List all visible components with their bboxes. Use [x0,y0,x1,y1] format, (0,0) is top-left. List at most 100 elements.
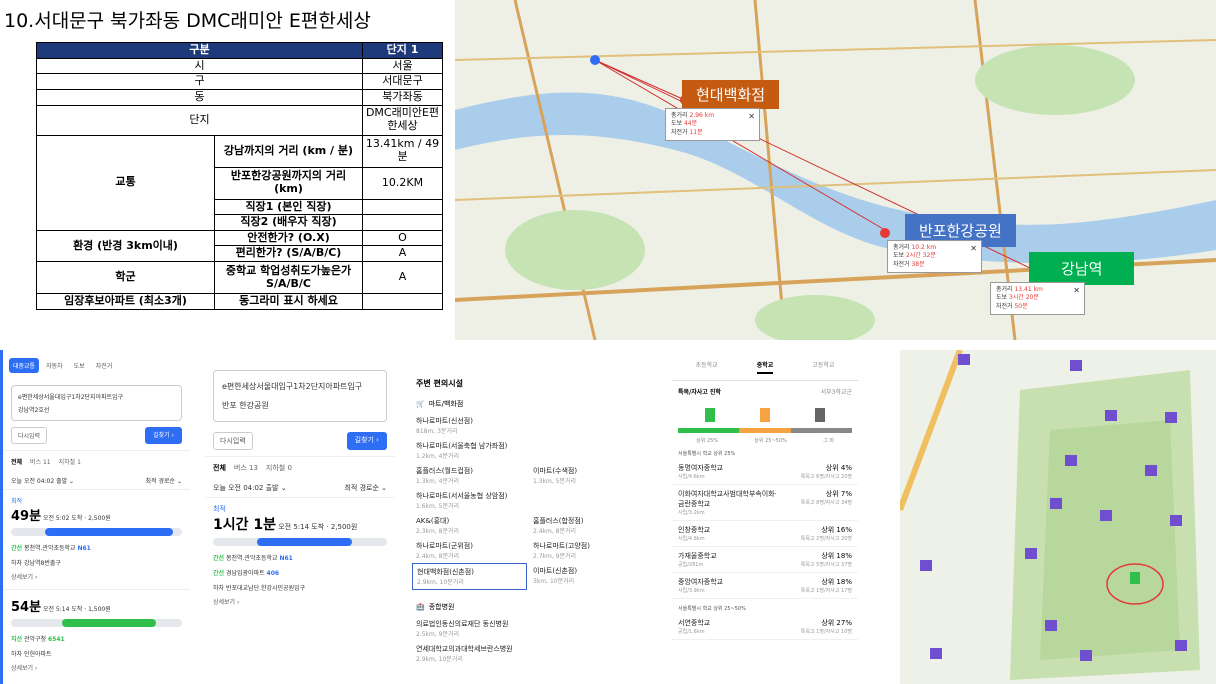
list-item[interactable]: 하나로마트(군위점) 2.4km, 8분거리 [416,538,523,563]
school-rank: 상위 4% [825,464,852,472]
departure-selector[interactable]: 오늘 오전 04:02 출발 ⌄ [11,476,74,485]
origin-input[interactable]: e편한세상서울대입구1차2단지아파트입구 [222,377,378,396]
apartment-marker[interactable] [920,560,932,571]
close-icon[interactable]: ✕ [748,111,755,122]
route-option-1[interactable]: 최적 1시간 1분 오전 5:14 도착 · 2,500원 간선 봉천역.관악초… [205,497,395,614]
route-input-box: e편한세상서울대입구1차2단지아파트입구 강남역2호선 [11,385,182,421]
page-title: 10.서대문구 북가좌동 DMC래미안 E편한세상 [4,10,371,32]
apartment-marker[interactable] [1050,498,1062,509]
apartment-marker[interactable] [958,354,970,365]
subtab-bus[interactable]: 버스 11 [30,457,51,466]
list-item[interactable]: 연세대학교의과대학세브란스병원 2.9km, 10분거리 [416,641,640,666]
close-icon[interactable]: ✕ [970,243,977,254]
row-value-city: 서울 [362,57,443,75]
apartment-marker[interactable] [1065,455,1077,466]
subtab-bus[interactable]: 버스 13 [234,463,258,473]
apartment-marker[interactable] [1070,360,1082,371]
apartment-marker[interactable] [1145,465,1157,476]
popup-value-bike: 38분 [911,260,925,268]
list-item[interactable]: 의료법인동신의료재단 동신병원 2.5km, 9분거리 [416,616,640,641]
tab-middle[interactable]: 중학교 [756,360,774,374]
directions-panel-banpo: e편한세상서울대입구1차2단지아파트입구 반포 한강공원 다시입력 길찾기 › … [205,350,395,684]
popup-value-walk: 44분 [683,120,698,128]
map-label-hyundai: 현대백화점 [682,80,780,109]
row-value-candidates-empty [362,293,443,310]
place-name: AK&(홍대) [416,517,450,525]
apartment-marker[interactable] [1045,620,1057,631]
apartment-marker[interactable] [1170,515,1182,526]
row-value-candidates: 동그라미 표시 하세요 [214,293,363,310]
reset-button[interactable]: 다시입력 [11,427,48,444]
school-admissions: 특목고 6명/자사고 20명 [800,474,852,480]
list-item[interactable]: 홈플러스(합정점) 2.4km, 8분거리 [533,513,640,538]
subtab-all[interactable]: 전체 [213,463,226,473]
subtab-all[interactable]: 전체 [11,457,22,466]
details-link[interactable]: 상세보기 › [11,570,182,583]
summary-table: 구분 단지 1 시 서울 구 서대문구 동 북가좌동 단지 DMC래미안E편한세상 교통… [36,42,443,310]
route-input-box: e편한세상서울대입구1차2단지아파트입구 반포 한강공원 [213,370,387,422]
section-title-marts: 마트/백화점 [428,400,464,408]
list-item[interactable]: 하나로마트(고양점) 2.7km, 9분거리 [533,538,640,563]
list-item[interactable]: 하나로마트(서울축협 남가좌점) 1.2km, 4분거리 [416,438,523,463]
subtab-subway[interactable]: 지하철 0 [266,463,292,473]
sort-selector[interactable]: 최적 경로순 ⌄ [344,483,387,493]
tab-car[interactable]: 자동차 [42,358,67,373]
school-admissions: 특목고 8명/자사고 34명 [800,500,852,506]
details-link[interactable]: 상세보기 › [11,661,182,674]
tab-bike[interactable]: 자전거 [92,358,117,373]
section-title-special-schools: 특목/자사고 진학 [678,389,721,396]
school-name: 가재울중학교 [678,552,717,560]
school-rank: 상위 27% [821,619,852,627]
apartment-marker[interactable] [930,648,942,659]
details-link[interactable]: 상세보기 › [213,595,387,608]
school-row[interactable]: 동명여자중학교 사립/4.6km 상위 4% 특목고 6명/자사고 20명 [672,459,858,485]
tab-public-transit[interactable]: 대중교통 [9,358,40,373]
route-map[interactable]: 현대백화점 반포한강공원 강남역 ✕ 총거리 2.96 km 도보 44분 자전… [455,0,1216,340]
list-item[interactable]: 이마트(신촌점) 3km, 10분거리 [533,563,640,590]
route-info: 오전 5:02 도착 · 2,500원 [42,515,111,522]
route-tag: 최적 [213,505,226,513]
stop-name: 봉천역.관악초등학교 [225,555,278,562]
apartment-map[interactable] [900,350,1216,684]
apartment-marker[interactable] [1175,640,1187,651]
route-option-2[interactable]: 54분 오전 5:14 도착 · 1,500원 지선 관악구청 6541 하차 … [3,589,190,680]
school-row[interactable]: 서연중학교 공립/1.6km 상위 27% 특목고 1명/자사고 10명 [672,614,858,640]
sort-selector[interactable]: 최적 경로순 ⌄ [146,476,182,485]
apartment-marker[interactable] [1080,650,1092,661]
list-item[interactable]: 홈플러스(월드컵점) 1.3km, 4분거리 [416,463,523,488]
list-item[interactable]: 하나로마트(서서울농협 상암점) 1.6km, 5분거리 [416,488,523,513]
tab-elementary[interactable]: 초등학교 [696,360,718,374]
departure-selector[interactable]: 오늘 오전 04:02 출발 ⌄ [213,483,287,493]
school-row[interactable]: 중앙여자중학교 사립/3.9km 상위 18% 특목고 1명/자사고 17명 [672,573,858,599]
apartment-marker[interactable] [1100,510,1112,521]
list-item[interactable]: AK&(홍대) 2.3km, 8분거리 [416,513,523,538]
close-icon[interactable]: ✕ [1073,285,1080,296]
list-item[interactable]: 하나로마트(신선점) 818m, 3분거리 [416,413,523,438]
list-item[interactable]: 이마트(수색점) 1.3km, 5분거리 [533,463,640,488]
scale-label-top: 상위 25% [696,438,719,444]
route-subtabs: 전체 버스 13 지하철 0 [205,456,395,479]
school-rank: 상위 18% [821,578,852,586]
school-row[interactable]: 가재울중학교 공립/281m 상위 18% 특목고 5명/자사고 37명 [672,547,858,573]
origin-input[interactable]: e편한세상서울대입구1차2단지아파트입구 [18,390,175,403]
rank-scale [678,428,852,433]
tab-walk[interactable]: 도보 [70,358,89,373]
list-item-highlighted[interactable]: 현대백화점(신촌점) 2.9km, 10분거리 [412,563,527,590]
row-value-dong: 북가좌동 [362,88,443,106]
popup-value-total: 2.96 km [689,112,715,119]
school-row[interactable]: 인창중학교 사립/4.8km 상위 16% 특목고 2명/자사고 20명 [672,521,858,547]
search-route-button[interactable]: 길찾기 › [346,432,387,450]
destination-input[interactable]: 반포 한강공원 [222,396,378,415]
school-row[interactable]: 이화여자대학교사범대학부속이화·금란중학교 사립/3.2km 상위 7% 특목고 8명… [672,485,858,521]
apartment-marker[interactable] [1165,412,1177,423]
subtab-subway[interactable]: 지하철 1 [59,457,81,466]
apartment-marker[interactable] [1105,410,1117,421]
route-duration: 49분 [11,509,42,524]
stop-name: 경남임광아파트 [225,570,265,577]
reset-button[interactable]: 다시입력 [213,432,253,450]
route-option-1[interactable]: 최적 49분 오전 5:02 도착 · 2,500원 간선 봉천역.관악초등학교… [3,489,190,589]
destination-input[interactable]: 강남역2호선 [18,403,175,416]
apartment-marker[interactable] [1025,548,1037,559]
tab-high[interactable]: 고등학교 [812,360,834,374]
search-route-button[interactable]: 길찾기 › [145,427,182,444]
